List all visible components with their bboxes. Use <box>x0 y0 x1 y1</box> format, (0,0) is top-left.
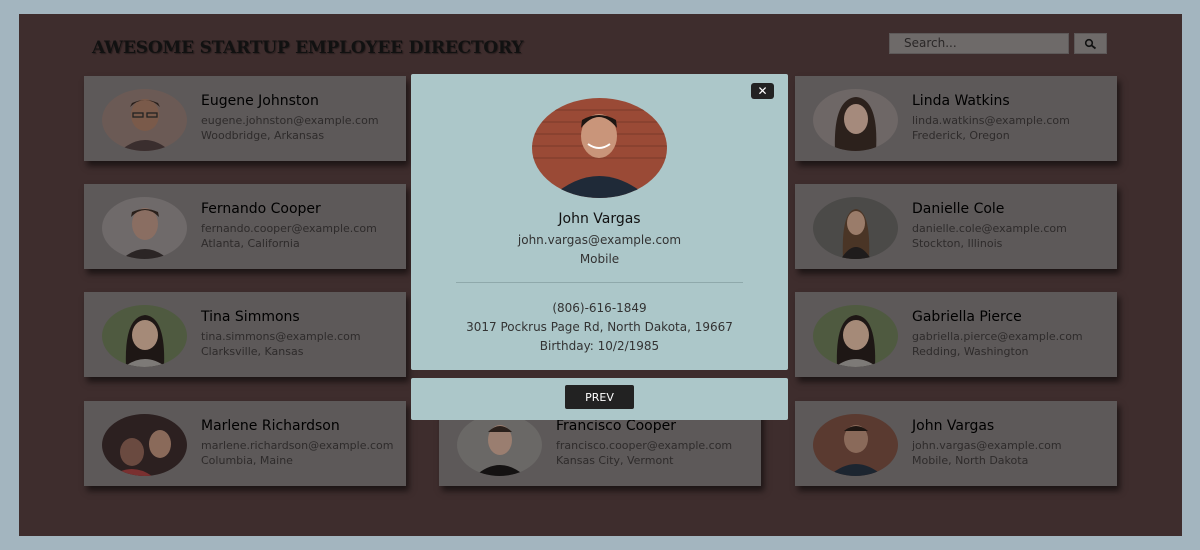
prev-button[interactable]: PREV <box>565 385 634 409</box>
close-icon: ✕ <box>757 84 768 98</box>
modal-nav: PREV <box>411 378 788 420</box>
employee-card[interactable]: Danielle Cole danielle.cole@example.com … <box>795 184 1117 269</box>
search-button[interactable] <box>1074 33 1107 54</box>
employee-email: john.vargas@example.com <box>912 439 1062 452</box>
employee-location: Mobile, North Dakota <box>912 454 1029 467</box>
close-button[interactable]: ✕ <box>751 83 774 99</box>
employee-card[interactable]: Tina Simmons tina.simmons@example.com Cl… <box>84 292 406 377</box>
search-icon <box>1084 38 1096 49</box>
employee-modal: ✕ John Vargas john.vargas@example.com Mo… <box>411 74 788 370</box>
employee-name: Linda Watkins <box>912 93 1010 109</box>
employee-name: Gabriella Pierce <box>912 309 1022 325</box>
employee-name: Fernando Cooper <box>201 201 321 217</box>
search-input[interactable]: Search... <box>889 33 1069 54</box>
employee-name: Marlene Richardson <box>201 418 340 434</box>
employee-email: linda.watkins@example.com <box>912 114 1070 127</box>
modal-address: 3017 Pockrus Page Rd, North Dakota, 1966… <box>466 320 733 334</box>
employee-location: Frederick, Oregon <box>912 129 1010 142</box>
avatar <box>102 197 187 259</box>
modal-avatar <box>532 98 667 198</box>
employee-email: fernando.cooper@example.com <box>201 222 377 235</box>
avatar <box>457 414 542 476</box>
employee-card[interactable]: Gabriella Pierce gabriella.pierce@exampl… <box>795 292 1117 377</box>
employee-name: Danielle Cole <box>912 201 1005 217</box>
modal-phone: (806)-616-1849 <box>552 301 647 315</box>
employee-email: tina.simmons@example.com <box>201 330 361 343</box>
modal-name: John Vargas <box>558 211 641 227</box>
employee-name: Francisco Cooper <box>556 418 676 434</box>
employee-card[interactable]: Linda Watkins linda.watkins@example.com … <box>795 76 1117 161</box>
employee-location: Woodbridge, Arkansas <box>201 129 325 142</box>
employee-card[interactable]: Fernando Cooper fernando.cooper@example.… <box>84 184 406 269</box>
avatar <box>102 414 187 476</box>
modal-birthday: Birthday: 10/2/1985 <box>539 339 660 353</box>
modal-city: Mobile <box>579 252 620 266</box>
employee-location: Clarksville, Kansas <box>201 345 304 358</box>
employee-name: Eugene Johnston <box>201 93 319 109</box>
employee-name: John Vargas <box>912 418 995 434</box>
employee-email: eugene.johnston@example.com <box>201 114 379 127</box>
employee-location: Columbia, Maine <box>201 454 293 467</box>
avatar <box>813 305 898 367</box>
page-title: AWESOME STARTUP EMPLOYEE DIRECTORY <box>92 38 524 58</box>
employee-email: marlene.richardson@example.com <box>201 439 394 452</box>
employee-email: francisco.cooper@example.com <box>556 439 733 452</box>
modal-divider <box>456 282 743 283</box>
employee-email: gabriella.pierce@example.com <box>912 330 1083 343</box>
employee-location: Stockton, Illinois <box>912 237 1003 250</box>
employee-card[interactable]: Eugene Johnston eugene.johnston@example.… <box>84 76 406 161</box>
employee-card[interactable]: John Vargas john.vargas@example.com Mobi… <box>795 401 1117 486</box>
avatar <box>102 89 187 151</box>
employee-location: Kansas City, Vermont <box>556 454 674 467</box>
employee-card[interactable]: Marlene Richardson marlene.richardson@ex… <box>84 401 406 486</box>
avatar <box>813 414 898 476</box>
employee-email: danielle.cole@example.com <box>912 222 1067 235</box>
avatar <box>102 305 187 367</box>
employee-name: Tina Simmons <box>201 309 300 325</box>
avatar <box>813 197 898 259</box>
employee-location: Atlanta, California <box>201 237 300 250</box>
employee-location: Redding, Washington <box>912 345 1029 358</box>
avatar <box>813 89 898 151</box>
modal-email: john.vargas@example.com <box>517 233 682 247</box>
